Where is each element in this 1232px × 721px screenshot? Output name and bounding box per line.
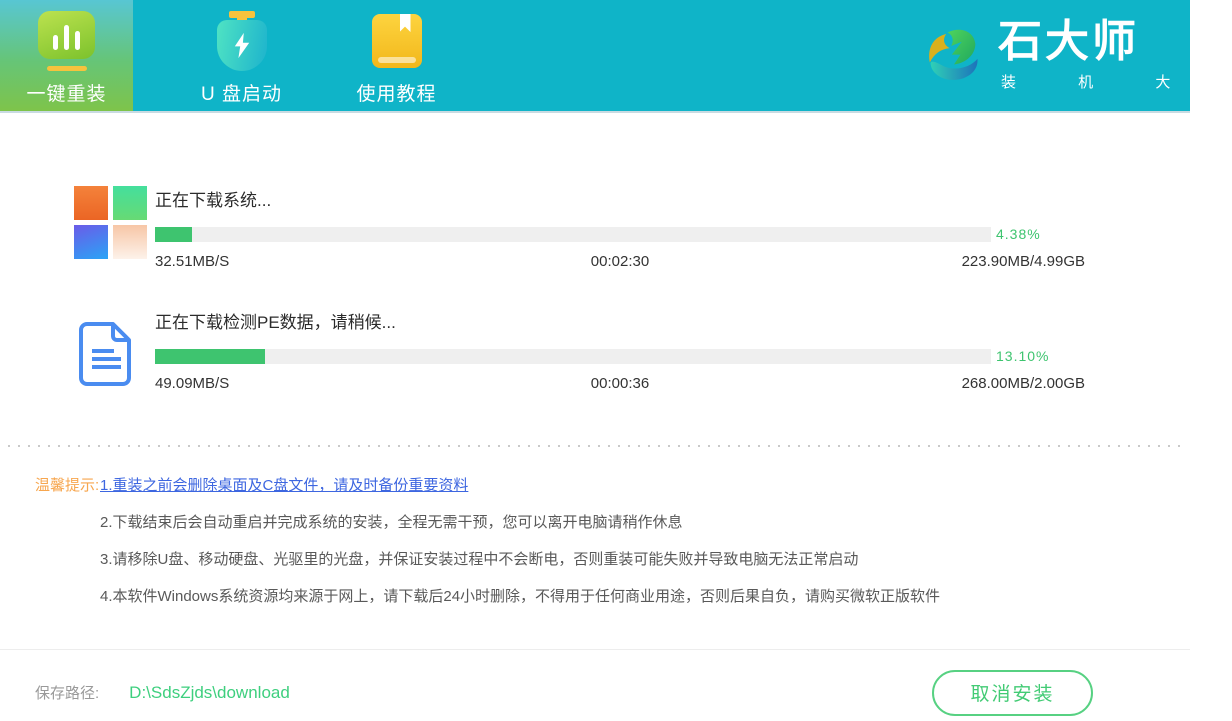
usb-drive-icon bbox=[215, 11, 269, 71]
download-speed: 49.09MB/S bbox=[155, 375, 465, 392]
tip-item: 4.本软件Windows系统资源均来源于网上，请下载后24小时删除，不得用于任何… bbox=[100, 588, 940, 605]
download-time: 00:02:30 bbox=[465, 253, 775, 270]
header-bar: 一键重装 U 盘启动 bbox=[0, 0, 1190, 113]
active-tab-underline bbox=[47, 66, 87, 71]
bar-chart-icon bbox=[38, 11, 95, 59]
download-speed: 32.51MB/S bbox=[155, 253, 465, 270]
lightning-bolt-icon bbox=[233, 32, 251, 59]
brand-logo-icon bbox=[922, 21, 986, 91]
app-window: 一键重装 U 盘启动 bbox=[0, 0, 1190, 709]
download-size: 223.90MB/4.99GB bbox=[775, 253, 1085, 270]
save-path-value: D:\SdsZjds\download bbox=[129, 683, 290, 703]
progress-bar bbox=[155, 349, 991, 364]
tip-item: 3.请移除U盘、移动硬盘、光驱里的光盘，并保证安装过程中不会断电，否则重装可能失… bbox=[100, 551, 940, 568]
progress-bar bbox=[155, 227, 991, 242]
tips-label: 温馨提示: bbox=[35, 477, 100, 625]
download-status-text: 正在下载检测PE数据，请稍候... bbox=[155, 308, 1085, 333]
tips-section: 温馨提示: 1.重装之前会删除桌面及C盘文件，请及时备份重要资料 2.下载结束后… bbox=[0, 477, 1190, 625]
tab-label: 一键重装 bbox=[26, 79, 106, 106]
footer-bar: 保存路径: D:\SdsZjds\download 取消安装 bbox=[0, 650, 1190, 721]
progress-percent: 4.38% bbox=[996, 226, 1041, 242]
progress-fill bbox=[155, 349, 265, 364]
progress-fill bbox=[155, 227, 192, 242]
document-icon bbox=[78, 322, 135, 386]
download-area: 正在下载系统... 4.38% 32.51MB/S 00:02:30 223.9… bbox=[0, 113, 1190, 392]
brand-title: 石大师 bbox=[998, 20, 1232, 64]
system-download-section: 正在下载系统... 4.38% 32.51MB/S 00:02:30 223.9… bbox=[74, 186, 1190, 270]
pe-download-section: 正在下载检测PE数据，请稍候... 13.10% 49.09MB/S 00:00… bbox=[74, 308, 1190, 392]
book-icon bbox=[372, 14, 422, 68]
save-path-label: 保存路径: bbox=[35, 682, 99, 703]
tab-one-key-reinstall[interactable]: 一键重装 bbox=[0, 0, 133, 111]
brand-subtitle: 装 机 大 师 bbox=[998, 71, 1232, 92]
progress-percent: 13.10% bbox=[996, 348, 1049, 364]
windows-logo-icon bbox=[74, 186, 148, 260]
download-status-text: 正在下载系统... bbox=[155, 186, 1085, 211]
tab-usb-boot[interactable]: U 盘启动 bbox=[175, 0, 308, 111]
tab-label: 使用教程 bbox=[356, 79, 436, 106]
tab-tutorial[interactable]: 使用教程 bbox=[330, 0, 463, 111]
dotted-divider bbox=[8, 445, 1182, 447]
download-size: 268.00MB/2.00GB bbox=[775, 375, 1085, 392]
tab-label: U 盘启动 bbox=[201, 79, 282, 106]
download-time: 00:00:36 bbox=[465, 375, 775, 392]
brand-logo: 石大师 装 机 大 师 bbox=[922, 20, 1232, 92]
tip-item-backup-warning: 1.重装之前会删除桌面及C盘文件，请及时备份重要资料 bbox=[100, 477, 940, 494]
tip-item: 2.下载结束后会自动重启并完成系统的安装，全程无需干预，您可以离开电脑请稍作休息 bbox=[100, 514, 940, 531]
